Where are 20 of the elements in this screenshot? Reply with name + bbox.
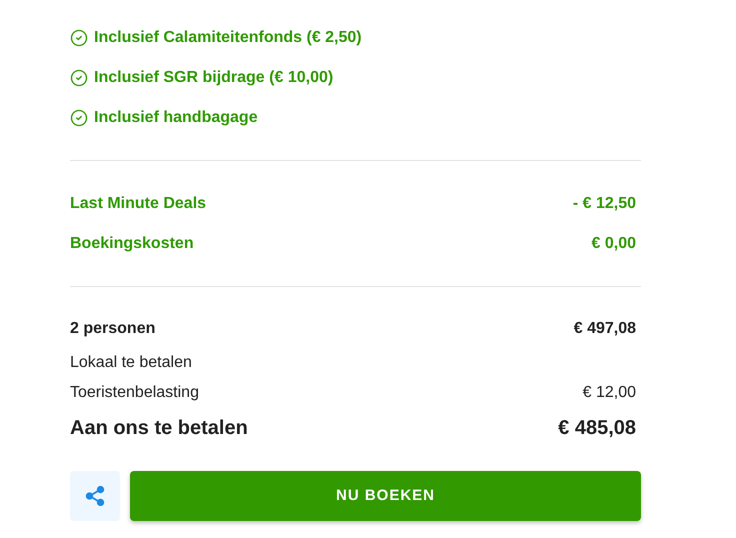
check-circle-icon	[70, 29, 88, 47]
check-circle-icon	[70, 69, 88, 87]
price-label: Lokaal te betalen	[70, 353, 192, 373]
inclusion-text: Inclusief handbagage	[94, 108, 258, 128]
price-label: Last Minute Deals	[70, 194, 206, 214]
price-amount: € 12,00	[582, 383, 636, 403]
price-label: Toeristenbelasting	[70, 383, 199, 403]
price-label: Aan ons te betalen	[70, 416, 248, 441]
price-amount: € 0,00	[592, 234, 636, 254]
inclusion-text: Inclusief Calamiteitenfonds (€ 2,50)	[94, 28, 362, 48]
inclusion-text: Inclusief SGR bijdrage (€ 10,00)	[94, 68, 334, 88]
price-label: Boekingskosten	[70, 234, 194, 254]
price-amount: € 485,08	[558, 416, 636, 441]
book-now-button[interactable]: NU BOEKEN	[130, 471, 641, 521]
share-icon	[84, 485, 106, 507]
price-amount: - € 12,50	[572, 194, 636, 214]
share-button[interactable]	[70, 471, 120, 521]
price-amount: € 497,08	[574, 319, 636, 339]
check-circle-icon	[70, 109, 88, 127]
price-label: 2 personen	[70, 319, 156, 339]
